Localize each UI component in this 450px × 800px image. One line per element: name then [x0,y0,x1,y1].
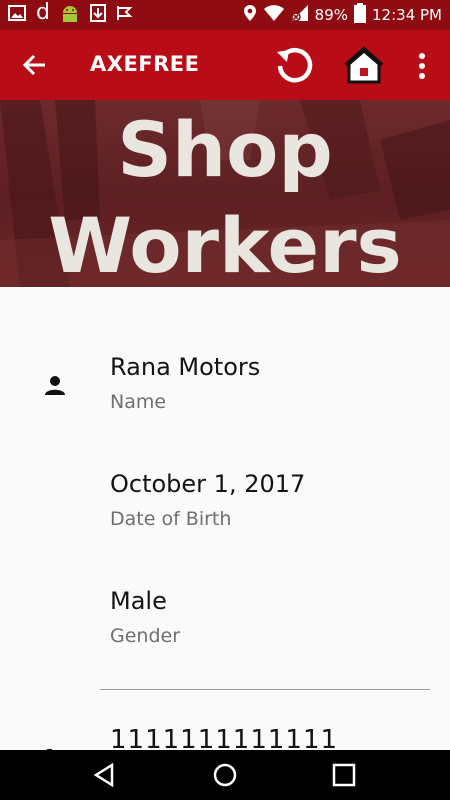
dob-label: Date of Birth [110,508,232,530]
image-icon [8,5,26,25]
system-nav-bar [0,750,450,800]
gender-value: Male [110,587,167,615]
name-value: Rana Motors [110,353,261,381]
status-notifications: d [8,0,134,26]
overflow-menu-button[interactable] [410,48,434,84]
battery-percent: 89% [314,6,349,24]
hero-banner: Shop Workers [0,100,450,287]
section-divider [100,689,430,690]
nav-back-button[interactable] [90,760,120,790]
nav-recents-button[interactable] [329,760,359,790]
android-icon [60,4,80,26]
signal-icon [290,4,309,26]
app-bar: AXEFREE [0,30,450,100]
check-flag-icon [116,4,134,26]
download-icon [89,4,106,26]
wifi-icon [263,4,285,26]
nav-home-button[interactable] [210,760,240,790]
back-triangle-icon [93,762,114,788]
recents-square-icon [332,763,356,787]
status-system: 89% 12:34 PM [243,3,442,27]
home-circle-icon [213,763,237,787]
home-button[interactable] [343,45,385,87]
status-time: 12:34 PM [372,6,442,24]
phone-value: 1111111111111 [110,725,339,750]
dob-field: October 1, 2017 Date of Birth [110,470,305,530]
back-button[interactable] [18,50,52,80]
hero-title-line2: Workers [48,201,402,287]
dob-value: October 1, 2017 [110,470,306,498]
back-arrow-icon [23,54,45,76]
gender-label: Gender [110,625,181,647]
profile-details: Rana Motors Name October 1, 2017 Date of… [0,287,450,750]
status-bar: d 89% 12:34 PM [0,0,450,30]
person-icon [45,376,65,395]
name-field: Rana Motors Name [110,353,260,413]
hero-title-line1: Shop [117,105,333,194]
gender-field: Male Gender [110,587,180,647]
more-vert-icon [419,53,425,79]
name-label: Name [110,391,167,413]
app-title: AXEFREE [90,52,200,76]
battery-icon [354,3,367,27]
location-icon [243,4,257,26]
refresh-icon [277,48,313,83]
d-app-icon: d [36,0,50,25]
refresh-button[interactable] [274,45,316,87]
home-icon [344,46,384,84]
